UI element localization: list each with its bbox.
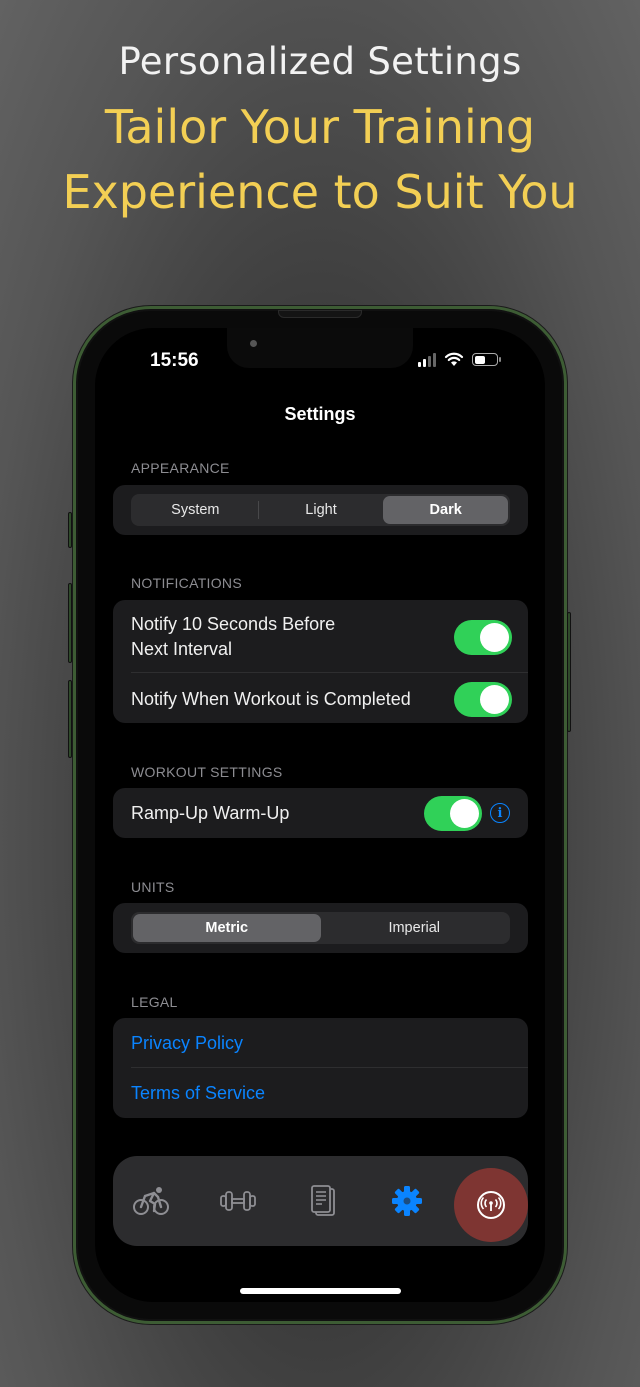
cycling-icon [133, 1187, 169, 1215]
dumbbell-icon [220, 1191, 256, 1211]
wifi-icon [444, 352, 464, 366]
info-circle-icon[interactable]: i [490, 803, 510, 823]
units-option-metric[interactable]: Metric [133, 914, 321, 942]
camera-icon [250, 340, 257, 347]
section-header-appearance: APPEARANCE [131, 460, 230, 476]
units-group: Metric Imperial [113, 903, 528, 953]
notify-workout-completed-row: Notify When Workout is Completed [131, 680, 512, 718]
page-title: Settings [284, 404, 356, 424]
home-indicator[interactable] [240, 1288, 401, 1294]
notifications-group: Notify 10 Seconds Before Next Interval N… [113, 600, 528, 723]
volume-up-button [68, 583, 72, 663]
battery-icon [472, 353, 501, 366]
toggle-knob [480, 622, 509, 652]
terms-of-service-row[interactable]: Terms of Service [131, 1076, 512, 1110]
tab-logs[interactable] [299, 1176, 349, 1226]
section-header-notifications: NOTIFICATIONS [131, 575, 242, 591]
cellular-signal-icon [418, 352, 436, 367]
status-time: 15:56 [150, 350, 199, 371]
speaker-grill [278, 310, 362, 318]
status-icons [418, 352, 501, 367]
notify-before-interval-toggle[interactable] [454, 619, 512, 655]
notify-workout-completed-toggle[interactable] [454, 681, 512, 717]
label-line2: Next Interval [131, 639, 233, 659]
row-divider [131, 672, 528, 673]
appearance-segmented-control: System Light Dark [131, 494, 510, 526]
units-segmented-control: Metric Imperial [131, 912, 510, 944]
section-header-legal: LEGAL [131, 994, 178, 1010]
tab-settings[interactable] [382, 1176, 432, 1226]
gear-icon [392, 1186, 422, 1216]
ramp-up-warmup-label: Ramp-Up Warm-Up [131, 802, 290, 823]
privacy-policy-link[interactable]: Privacy Policy [131, 1033, 243, 1054]
headline-subtitle-line1: Tailor Your Training [104, 100, 536, 154]
section-header-workout-settings: WORKOUT SETTINGS [131, 764, 283, 780]
tab-bar [113, 1156, 528, 1246]
toggle-knob [480, 684, 509, 714]
headline-subtitle-line2: Experience to Suit You [62, 165, 578, 219]
privacy-policy-row[interactable]: Privacy Policy [131, 1026, 512, 1060]
notify-before-interval-row: Notify 10 Seconds Before Next Interval [131, 610, 512, 664]
terms-of-service-link[interactable]: Terms of Service [131, 1083, 265, 1104]
tab-workouts[interactable] [213, 1176, 263, 1226]
units-option-imperial[interactable]: Imperial [321, 914, 509, 942]
notify-workout-completed-label: Notify When Workout is Completed [131, 688, 411, 709]
broadcast-icon [477, 1191, 505, 1219]
power-button [567, 612, 571, 732]
ramp-up-warmup-row: Ramp-Up Warm-Up i [131, 795, 510, 831]
volume-down-button [68, 680, 72, 758]
workout-settings-group: Ramp-Up Warm-Up i [113, 788, 528, 838]
appearance-option-light[interactable]: Light [259, 496, 384, 524]
notch [227, 328, 413, 368]
tab-cycling[interactable] [126, 1176, 176, 1226]
section-header-units: UNITS [131, 879, 175, 895]
ramp-up-warmup-toggle[interactable] [424, 795, 482, 831]
appearance-group: System Light Dark [113, 485, 528, 535]
notify-before-interval-label: Notify 10 Seconds Before Next Interval [131, 612, 335, 662]
legal-group: Privacy Policy Terms of Service [113, 1018, 528, 1118]
document-icon [311, 1185, 335, 1216]
broadcast-action-button[interactable] [454, 1168, 528, 1242]
mute-switch [68, 512, 72, 548]
toggle-knob [450, 798, 479, 828]
appearance-option-dark[interactable]: Dark [383, 496, 509, 524]
appearance-option-system[interactable]: System [133, 496, 258, 524]
label-line1: Notify 10 Seconds Before [131, 614, 336, 634]
row-divider [131, 1067, 528, 1068]
headline-title: Personalized Settings [118, 40, 522, 83]
